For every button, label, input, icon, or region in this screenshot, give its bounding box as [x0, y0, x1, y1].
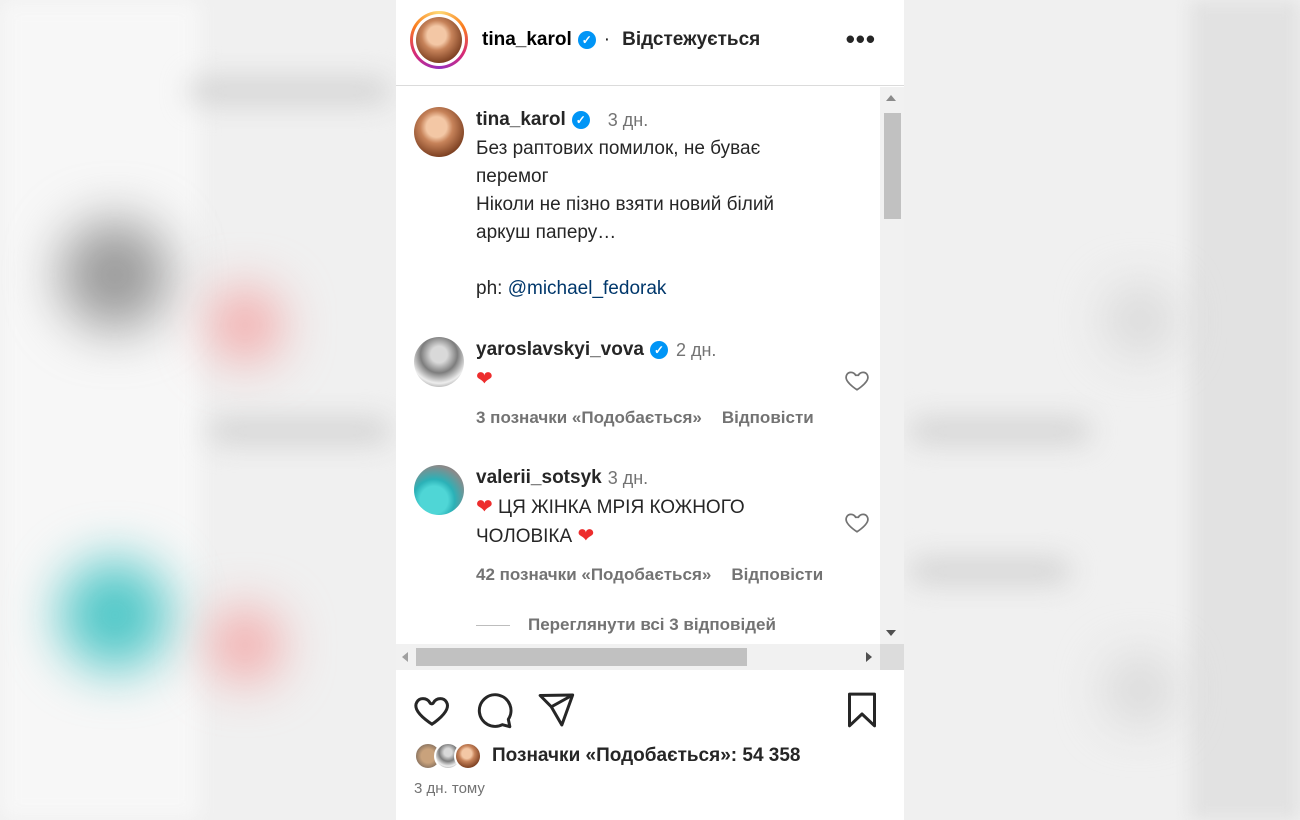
comments-list: tina_karol ✓ 3 дн. Без раптових помилок,… [396, 87, 880, 644]
scroll-up-arrow-icon[interactable] [886, 95, 896, 101]
likes-summary: Позначки «Подобається»: 54 358 [414, 742, 801, 770]
view-replies-button[interactable]: Переглянути всі 3 відповідей [476, 615, 776, 635]
caption: tina_karol ✓ 3 дн. Без раптових помилок,… [414, 107, 864, 307]
commenter-avatar[interactable] [414, 465, 464, 515]
scroll-down-arrow-icon[interactable] [886, 630, 896, 636]
post-timestamp[interactable]: 3 дн. тому [414, 780, 485, 797]
comment-time[interactable]: 3 дн. [608, 468, 648, 489]
mention-link[interactable]: @michael_fedorak [508, 278, 667, 299]
verified-badge-icon: ✓ [571, 111, 590, 129]
comment-item: valerii_sotsyk 3 дн. ❤ ЦЯ ЖІНКА МРІЯ КОЖ… [414, 465, 869, 595]
reply-button[interactable]: Відповісти [731, 565, 823, 585]
like-heart-icon[interactable] [412, 690, 452, 730]
caption-time[interactable]: 3 дн. [608, 110, 648, 131]
comment-item: yaroslavskyi_vova ✓ 2 дн. ❤ 3 позначки «… [414, 337, 869, 437]
red-heart-emoji: ❤ [476, 368, 493, 390]
more-options-icon[interactable]: ••• [846, 24, 876, 55]
commenter-avatar[interactable] [414, 337, 464, 387]
post-dialog: tina_karol ✓ · Відстежується ••• tina_ka… [396, 0, 904, 820]
horizontal-scrollbar[interactable] [396, 644, 880, 670]
caption-username[interactable]: tina_karol [476, 109, 566, 131]
save-bookmark-icon[interactable] [842, 690, 882, 730]
comments-scroll-area[interactable]: tina_karol ✓ 3 дн. Без раптових помилок,… [396, 87, 904, 670]
scroll-right-arrow-icon[interactable] [866, 652, 872, 662]
comment-likes-count[interactable]: 42 позначки «Подобається» [476, 565, 711, 585]
comment-text: ❤ ЦЯ ЖІНКА МРІЯ КОЖНОГО ЧОЛОВІКА ❤ [476, 496, 745, 547]
comment-bubble-icon[interactable] [474, 690, 514, 730]
post-actions [396, 690, 904, 734]
separator-dot: · [603, 29, 611, 50]
verified-badge-icon: ✓ [649, 341, 668, 359]
like-comment-heart-icon[interactable] [844, 367, 870, 393]
author-username[interactable]: tina_karol [482, 29, 572, 51]
likes-count[interactable]: Позначки «Подобається»: 54 358 [492, 745, 801, 767]
share-paper-plane-icon[interactable] [536, 690, 576, 730]
commenter-username[interactable]: yaroslavskyi_vova [476, 339, 644, 361]
vertical-scrollbar[interactable] [880, 87, 904, 644]
vertical-scroll-thumb[interactable] [884, 113, 901, 219]
like-comment-heart-icon[interactable] [844, 509, 870, 535]
story-ring[interactable] [410, 11, 468, 69]
comment-time[interactable]: 2 дн. [676, 340, 716, 361]
comment-text: ❤ [476, 365, 866, 394]
verified-badge-icon: ✓ [577, 31, 596, 49]
divider-line [476, 624, 510, 626]
reply-button[interactable]: Відповісти [722, 408, 814, 428]
commenter-username[interactable]: valerii_sotsyk [476, 467, 602, 489]
post-header: tina_karol ✓ · Відстежується ••• [396, 0, 904, 86]
author-avatar[interactable] [416, 17, 462, 63]
caption-text: Без раптових помилок, не буває перемог Н… [476, 138, 775, 299]
caption-avatar[interactable] [414, 107, 464, 157]
follow-status-button[interactable]: Відстежується [622, 29, 760, 51]
comment-likes-count[interactable]: 3 позначки «Подобається» [476, 408, 702, 428]
liker-avatar[interactable] [454, 742, 482, 770]
scroll-left-arrow-icon[interactable] [402, 652, 408, 662]
scrollbar-corner [880, 644, 904, 670]
horizontal-scroll-thumb[interactable] [416, 648, 747, 666]
